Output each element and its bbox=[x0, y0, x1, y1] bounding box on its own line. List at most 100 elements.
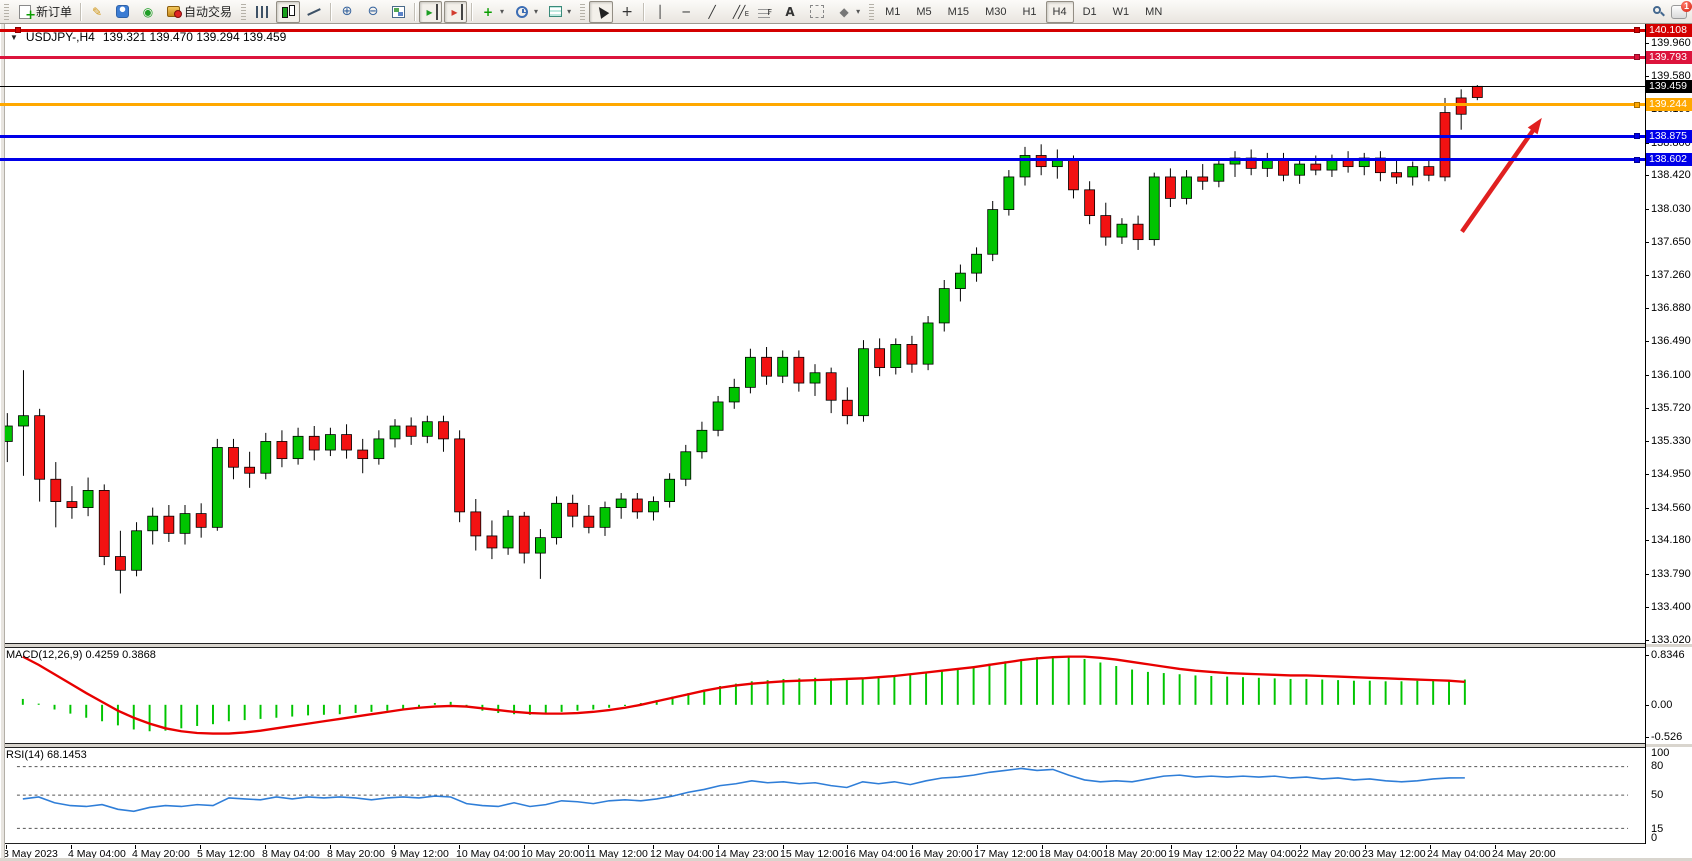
dropdown-arrow-icon[interactable]: ▾ bbox=[856, 7, 860, 16]
toolbar-group: ⊕⊖ bbox=[334, 0, 411, 24]
new-order-button[interactable]: 新订单 bbox=[13, 1, 76, 23]
channel-button[interactable]: ╱╱ bbox=[726, 1, 750, 23]
macd-signal-line bbox=[23, 657, 1465, 734]
arrows-button[interactable]: ◆▾ bbox=[832, 1, 864, 23]
tf-m1[interactable]: M1 bbox=[878, 1, 907, 23]
chart-shift-icon: ▸ bbox=[448, 4, 463, 20]
chart-shift-button[interactable]: ▸ bbox=[444, 1, 467, 23]
tf-mn[interactable]: MN bbox=[1138, 1, 1169, 23]
dropdown-arrow-icon[interactable]: ▾ bbox=[534, 7, 538, 16]
macd-axis-label: 0.00 bbox=[1651, 699, 1672, 711]
chart-bars-button[interactable] bbox=[250, 1, 274, 23]
macd-canvas[interactable] bbox=[0, 647, 1645, 744]
price-tick-label: 138.420 bbox=[1651, 169, 1691, 181]
price-tick bbox=[1645, 474, 1649, 475]
toolbar-group: M1M5M15M30H1H4D1W1MN bbox=[877, 0, 1170, 24]
line-handle[interactable] bbox=[1634, 102, 1640, 108]
price-tick bbox=[1645, 43, 1649, 44]
price-tick-label: 137.650 bbox=[1651, 236, 1691, 248]
price-tick bbox=[1645, 540, 1649, 541]
periods-button[interactable]: ▾ bbox=[510, 1, 542, 23]
horizontal-line-object[interactable] bbox=[0, 135, 1645, 138]
price-tick bbox=[1645, 375, 1649, 376]
notifications-button[interactable]: 1 bbox=[1671, 5, 1688, 20]
text-label-icon bbox=[810, 5, 824, 18]
auto-scroll-button[interactable]: ▸ bbox=[419, 1, 442, 23]
line-handle[interactable] bbox=[1634, 157, 1640, 163]
trendline-icon: ╱ bbox=[704, 4, 720, 20]
horizontal-line-object[interactable] bbox=[0, 56, 1645, 59]
new-order-icon bbox=[19, 5, 31, 19]
mql5-button[interactable] bbox=[111, 1, 134, 23]
auto-trading-button-label: 自动交易 bbox=[184, 3, 232, 20]
templates-button[interactable]: ▾ bbox=[544, 1, 575, 23]
line-handle[interactable] bbox=[1634, 54, 1640, 60]
price-tick bbox=[1645, 408, 1649, 409]
indicators-button[interactable]: +▾ bbox=[476, 1, 508, 23]
text-button[interactable]: A bbox=[778, 1, 802, 23]
price-tick bbox=[1645, 341, 1649, 342]
tf-w1[interactable]: W1 bbox=[1106, 1, 1137, 23]
application-window: 新订单✎◉自动交易⊕⊖▸▸+▾▾▾+│─╱╱╱A◆▾M1M5M15M30H1H4… bbox=[0, 0, 1692, 861]
text-label-button[interactable] bbox=[804, 1, 830, 23]
vertical-line-icon: │ bbox=[652, 4, 668, 20]
vertical-line-button[interactable]: │ bbox=[648, 1, 672, 23]
price-tick-label: 134.180 bbox=[1651, 534, 1691, 546]
current-price-line bbox=[0, 86, 1645, 87]
line-handle[interactable] bbox=[1634, 133, 1640, 139]
tile-windows-icon bbox=[392, 6, 405, 18]
chart-candles-button[interactable] bbox=[276, 1, 300, 23]
zoom-in-button[interactable]: ⊕ bbox=[335, 1, 359, 23]
line-handle[interactable] bbox=[1634, 27, 1640, 33]
signals-icon: ◉ bbox=[140, 4, 156, 20]
horizontal-line-object[interactable] bbox=[0, 103, 1645, 106]
tf-h1[interactable]: H1 bbox=[1015, 1, 1043, 23]
chart-canvas[interactable] bbox=[0, 24, 1645, 644]
macd-histogram bbox=[22, 656, 1466, 731]
chart-title: ▼ USDJPY-,H4 139.321 139.470 139.294 139… bbox=[10, 30, 286, 44]
horizontal-line-button[interactable]: ─ bbox=[674, 1, 698, 23]
new-order-button-label: 新订单 bbox=[36, 3, 72, 20]
tf-m5[interactable]: M5 bbox=[909, 1, 938, 23]
auto-trading-button[interactable]: 自动交易 bbox=[162, 1, 236, 23]
price-tick bbox=[1645, 209, 1649, 210]
zoom-out-icon: ⊖ bbox=[365, 4, 381, 20]
chart-bars-icon bbox=[256, 6, 268, 18]
price-tick-label: 139.960 bbox=[1651, 37, 1691, 49]
toolbar-grip bbox=[241, 4, 246, 20]
candles bbox=[2, 85, 1482, 593]
trendline-button[interactable]: ╱ bbox=[700, 1, 724, 23]
chart-line-button[interactable] bbox=[302, 1, 326, 23]
price-tick bbox=[1645, 143, 1649, 144]
price-tick bbox=[1645, 242, 1649, 243]
zoom-out-button[interactable]: ⊖ bbox=[361, 1, 385, 23]
tf-d1[interactable]: D1 bbox=[1076, 1, 1104, 23]
chevron-down-icon[interactable]: ▼ bbox=[10, 33, 18, 42]
rsi-axis-label: 0 bbox=[1651, 832, 1657, 844]
price-tick-label: 136.490 bbox=[1651, 335, 1691, 347]
crosshair-button[interactable]: + bbox=[615, 1, 639, 23]
search-icon[interactable] bbox=[1653, 6, 1665, 18]
tf-m30[interactable]: M30 bbox=[978, 1, 1013, 23]
price-axis-line bbox=[1645, 24, 1646, 844]
tile-windows-button[interactable] bbox=[387, 1, 410, 23]
price-tick-label: 133.790 bbox=[1651, 568, 1691, 580]
signals-button[interactable]: ◉ bbox=[136, 1, 160, 23]
tf-m15[interactable]: M15 bbox=[941, 1, 976, 23]
price-tick bbox=[1645, 441, 1649, 442]
cursor-button[interactable] bbox=[589, 1, 613, 23]
price-tick-label: 137.260 bbox=[1651, 269, 1691, 281]
price-tick bbox=[1645, 640, 1649, 641]
fibonacci-button[interactable] bbox=[752, 1, 776, 23]
tf-h4[interactable]: H4 bbox=[1046, 1, 1074, 23]
crayon-button[interactable]: ✎ bbox=[85, 1, 109, 23]
dropdown-arrow-icon[interactable]: ▾ bbox=[500, 7, 504, 16]
horizontal-line-object[interactable] bbox=[0, 158, 1645, 161]
window-edge bbox=[0, 24, 5, 861]
notification-badge: 1 bbox=[1681, 1, 1692, 12]
rsi-canvas[interactable] bbox=[0, 747, 1645, 844]
price-tick bbox=[1645, 607, 1649, 608]
price-tick-label: 135.720 bbox=[1651, 402, 1691, 414]
dropdown-arrow-icon[interactable]: ▾ bbox=[567, 7, 571, 16]
chart-candles-icon bbox=[280, 4, 296, 20]
